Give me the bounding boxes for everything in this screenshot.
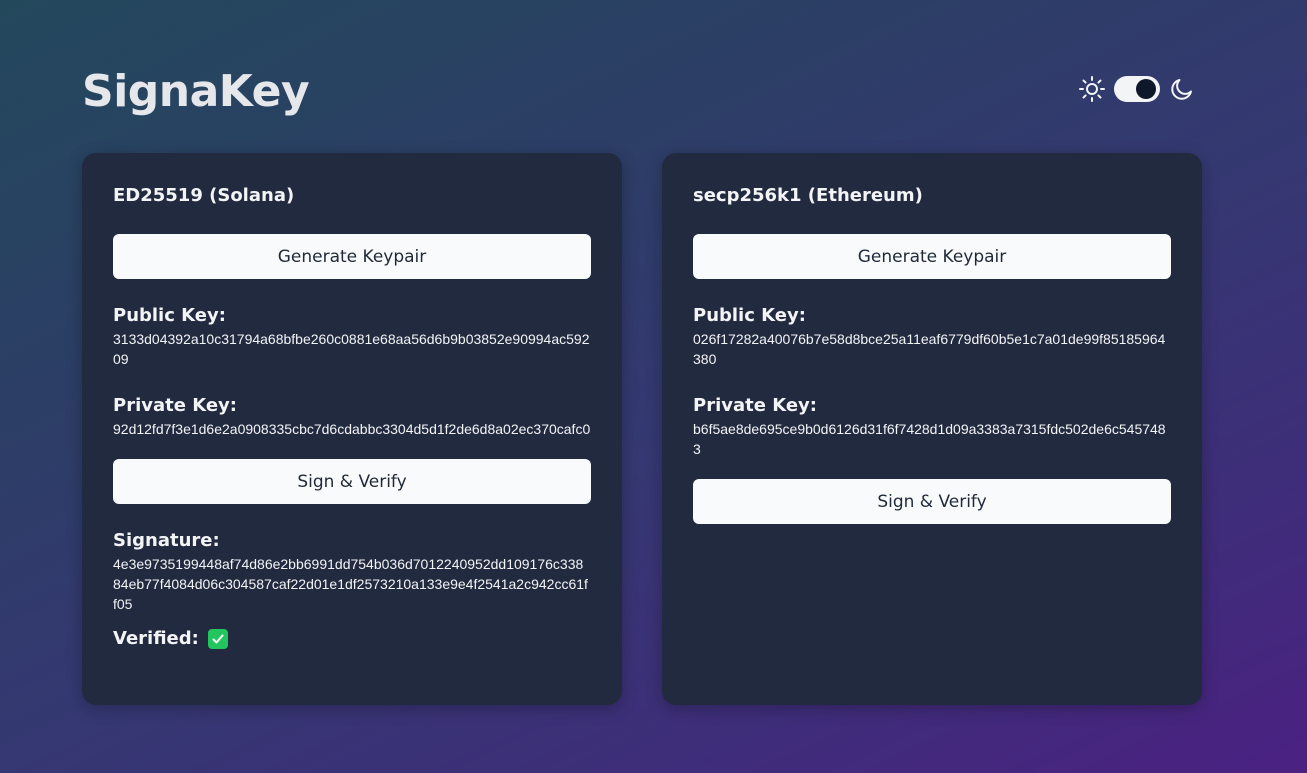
public-key-section: Public Key: 026f17282a40076b7e58d8bce25a… [693,305,1171,369]
public-key-label: Public Key: [693,305,806,326]
theme-toggle-switch[interactable] [1114,76,1160,102]
generate-keypair-button[interactable]: Generate Keypair [113,234,591,279]
card-ed25519: ED25519 (Solana) Generate Keypair Public… [82,153,622,705]
signature-value: 4e3e9735199448af74d86e2bb6991dd754b036d7… [113,556,588,612]
public-key-section: Public Key: 3133d04392a10c31794a68bfbe26… [113,305,591,369]
signature-section: Signature: 4e3e9735199448af74d86e2bb6991… [113,530,591,614]
public-key-value: 3133d04392a10c31794a68bfbe260c0881e68aa5… [113,331,590,367]
private-key-section: Private Key: 92d12fd7f3e1d6e2a0908335cbc… [113,395,591,439]
public-key-label: Public Key: [113,305,226,326]
signature-label: Signature: [113,530,220,551]
app-title: SignaKey [82,66,310,117]
check-icon [207,629,228,649]
verified-row: Verified: [113,628,591,650]
public-key-value: 026f17282a40076b7e58d8bce25a11eaf6779df6… [693,331,1166,367]
private-key-label: Private Key: [113,395,237,416]
private-key-value: 92d12fd7f3e1d6e2a0908335cbc7d6cdabbc3304… [113,421,591,437]
private-key-label: Private Key: [693,395,817,416]
card-title: ED25519 (Solana) [113,185,295,206]
sun-icon [1078,75,1106,103]
theme-toggle-group [1078,74,1196,104]
card-secp256k1: secp256k1 (Ethereum) Generate Keypair Pu… [662,153,1202,705]
private-key-section: Private Key: b6f5ae8de695ce9b0d6126d31f6… [693,395,1171,459]
sign-verify-button[interactable]: Sign & Verify [113,459,591,504]
sign-verify-button[interactable]: Sign & Verify [693,479,1171,524]
theme-toggle-knob [1136,79,1156,99]
generate-keypair-button[interactable]: Generate Keypair [693,234,1171,279]
private-key-value: b6f5ae8de695ce9b0d6126d31f6f7428d1d09a33… [693,421,1166,457]
card-title: secp256k1 (Ethereum) [693,185,923,206]
verified-label: Verified: [113,628,199,649]
moon-icon [1168,75,1196,103]
